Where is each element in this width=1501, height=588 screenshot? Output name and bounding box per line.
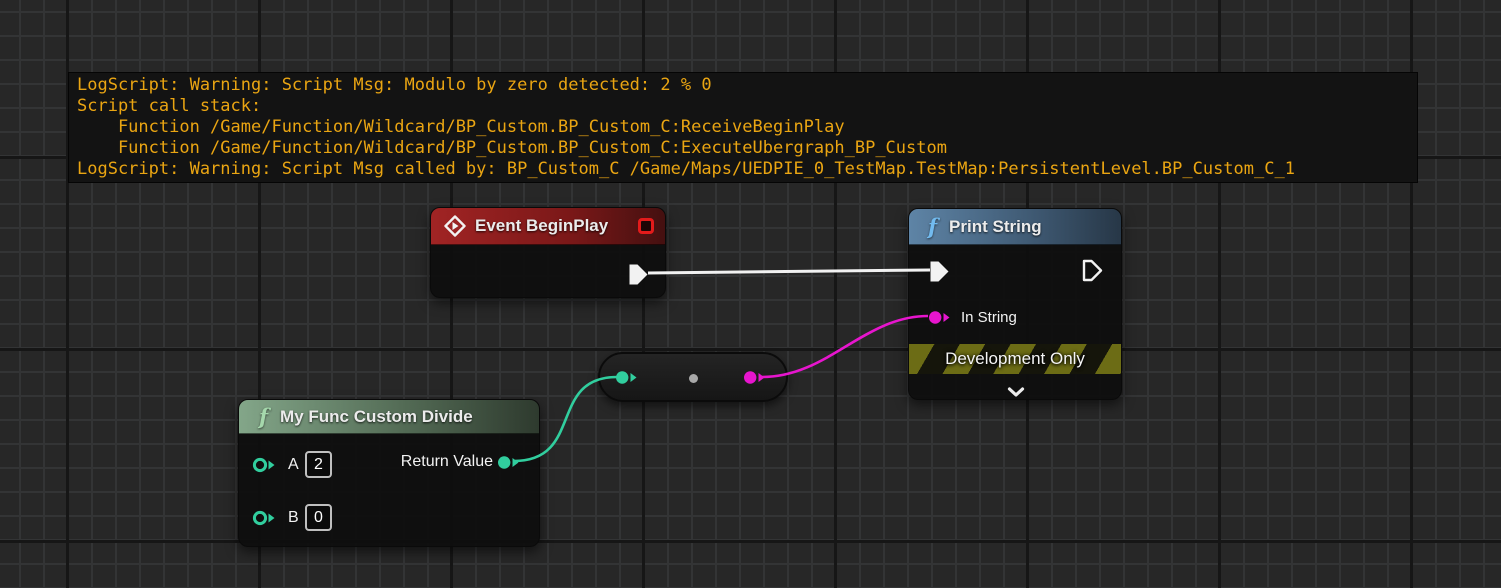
log-overlay: LogScript: Warning: Script Msg: Modulo b… [68,72,1418,183]
pin-b-value-input[interactable]: 0 [305,504,332,531]
function-icon: f [928,216,937,237]
exec-out-pin[interactable] [628,263,649,286]
node-event-beginplay[interactable]: Event BeginPlay [430,207,666,298]
conversion-out-pin[interactable] [743,370,766,385]
print-string-header[interactable]: f Print String [909,209,1121,245]
node-my-func-custom-divide[interactable]: f My Func Custom Divide A 2 B 0 Return V… [238,399,540,547]
exec-wire[interactable] [648,270,930,273]
function-icon: f [259,406,268,427]
blueprint-graph-canvas[interactable]: LogScript: Warning: Script Msg: Modulo b… [0,0,1501,588]
event-icon [444,215,466,237]
expand-advanced-chevron-icon[interactable] [1007,387,1025,397]
node-title: Print String [949,217,1042,237]
exec-in-pin[interactable] [929,260,950,283]
string-wire[interactable] [762,316,928,377]
exec-then-pin[interactable] [1082,259,1103,282]
pin-a-label: A [288,456,299,474]
event-beginplay-header[interactable]: Event BeginPlay [431,208,665,245]
development-only-label: Development Only [945,349,1085,369]
in-string-label: In String [961,309,1017,326]
node-print-string[interactable]: f Print String In String Development Onl… [908,208,1122,400]
latent-action-icon [638,218,654,234]
pin-a[interactable] [252,457,276,473]
node-title: My Func Custom Divide [280,407,473,427]
pin-b-label: B [288,509,299,527]
log-line: LogScript: Warning: Script Msg called by… [77,159,1409,180]
development-only-banner: Development Only [909,344,1121,374]
node-to-string-conversion[interactable] [598,352,788,402]
log-line: Function /Game/Function/Wildcard/BP_Cust… [77,117,1409,138]
return-value-label: Return Value [401,453,493,471]
pin-b[interactable] [252,510,276,526]
log-line: Function /Game/Function/Wildcard/BP_Cust… [77,138,1409,159]
my-func-header[interactable]: f My Func Custom Divide [239,400,539,434]
log-line: LogScript: Warning: Script Msg: Modulo b… [77,75,1409,96]
return-value-pin[interactable] [497,455,520,470]
in-string-pin[interactable] [928,310,951,325]
log-line: Script call stack: [77,96,1409,117]
conversion-in-pin[interactable] [615,370,638,385]
pin-a-value-input[interactable]: 2 [305,451,332,478]
conversion-dot-icon [689,374,698,383]
node-title: Event BeginPlay [475,216,608,236]
